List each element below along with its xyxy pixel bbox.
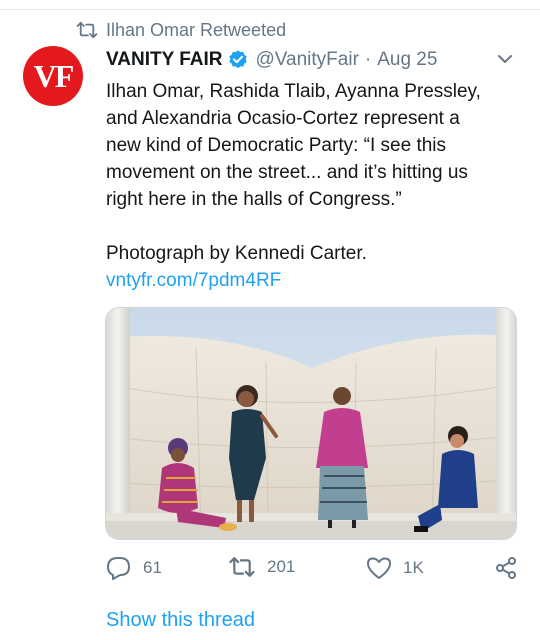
tweet-text: Ilhan Omar, Rashida Tlaib, Ayanna Pressl… — [106, 78, 526, 294]
tweet-text-line: Ilhan Omar, Rashida Tlaib, Ayanna Pressl… — [106, 81, 481, 102]
tweet-text-line: new kind of Democratic Party: “I see thi… — [106, 135, 447, 156]
tweet-actions: 61 201 1K — [106, 556, 524, 582]
tweet-date[interactable]: Aug 25 — [377, 49, 437, 71]
share-icon — [496, 557, 516, 579]
tweet-photo[interactable] — [105, 307, 517, 540]
retweet-button[interactable]: 201 — [228, 556, 295, 578]
avatar-logo-text: VF — [33, 57, 75, 94]
tweet-link[interactable]: vntyfr.com/7pdm4RF — [106, 267, 526, 294]
top-divider — [0, 9, 540, 10]
reply-count: 61 — [143, 558, 162, 577]
tweet-header: VANITY FAIR @VanityFair · Aug 25 — [106, 47, 437, 73]
reply-button[interactable]: 61 — [106, 556, 162, 580]
header-separator: · — [364, 49, 372, 70]
retweet-icon — [76, 21, 98, 39]
retweet-count: 201 — [267, 557, 296, 576]
like-button[interactable]: 1K — [366, 556, 424, 580]
retweet-icon — [229, 557, 255, 577]
photo-credit: Photograph by Kennedi Carter. — [106, 243, 367, 264]
like-count: 1K — [403, 558, 424, 577]
tweet-text-line: and Alexandria Ocasio-Cortez represent a — [106, 108, 460, 129]
show-thread-link[interactable]: Show this thread — [106, 609, 255, 632]
retweet-context[interactable]: Ilhan Omar Retweeted — [76, 18, 286, 42]
heart-icon — [367, 557, 391, 579]
avatar[interactable]: VF — [23, 46, 83, 106]
tweet-text-line: right here in the halls of Congress.” — [106, 189, 402, 210]
chevron-down-icon[interactable] — [496, 52, 514, 66]
share-button[interactable] — [494, 556, 529, 580]
verified-badge-icon — [229, 50, 248, 69]
author-handle[interactable]: @VanityFair — [255, 49, 358, 71]
retweet-context-label: Ilhan Omar Retweeted — [106, 19, 287, 40]
author-name[interactable]: VANITY FAIR — [106, 49, 222, 71]
tweet-text-line: movement on the street... and it’s hitti… — [106, 162, 468, 183]
reply-icon — [107, 557, 130, 580]
